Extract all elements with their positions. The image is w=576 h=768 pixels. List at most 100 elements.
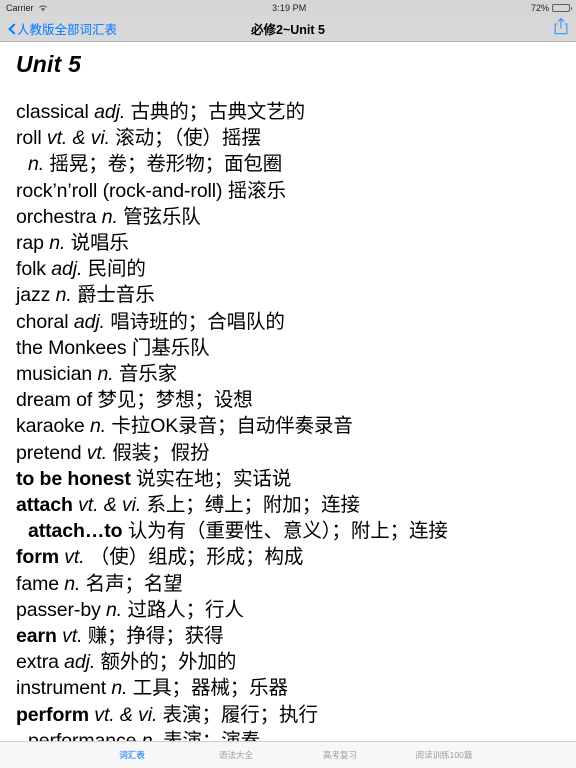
tab-bar: 词汇表 语法大全 高考复习 阅读训练100篇 [0, 741, 576, 768]
word-headword: roll [16, 127, 47, 150]
word-headword: attach [16, 494, 79, 517]
word-part-of-speech: vt. & vi. [46, 127, 110, 150]
word-entry: instrument n. 工具；器械；乐器 [16, 675, 564, 701]
word-definition: 音乐家 [113, 363, 178, 386]
word-headword: to be honest [16, 467, 131, 490]
word-definition: 名声；名望 [80, 572, 183, 595]
word-definition: 管弦乐队 [117, 205, 201, 228]
word-entry: to be honest 说实在地；实话说 [16, 466, 564, 492]
word-part-of-speech: vt. [86, 441, 108, 464]
word-part-of-speech: n. [55, 284, 72, 307]
word-definition: 滚动；（使）摇摆 [109, 127, 261, 150]
word-part-of-speech: n. [111, 677, 128, 700]
word-definition: 说唱乐 [65, 232, 129, 255]
word-entry: attach vt. & vi. 系上；缚上；附加；连接 [16, 492, 564, 518]
share-button[interactable] [554, 17, 568, 40]
word-headword: perform [16, 703, 95, 726]
word-headword: earn [16, 625, 63, 648]
word-definition: 民间的 [82, 258, 146, 281]
word-part-of-speech: n. [49, 232, 66, 255]
word-part-of-speech: adj. [64, 651, 96, 674]
word-headword: attach…to [28, 520, 123, 543]
word-definition: 工具；器械；乐器 [127, 677, 288, 700]
word-entry: folk adj. 民间的 [16, 256, 564, 282]
word-headword: fame [16, 572, 65, 595]
chevron-left-icon [8, 23, 15, 35]
word-definition: 说实在地；实话说 [130, 467, 292, 490]
word-entry: karaoke n. 卡拉OK录音；自动伴奏录音 [16, 413, 564, 439]
word-entry: the Monkees 门基乐队 [16, 335, 564, 361]
app-root: Carrier 3:19 PM 72% 人教版全部词汇表 必修2~Unit 5 [0, 0, 576, 768]
word-entry: earn vt. 赚；挣得；获得 [16, 623, 564, 649]
back-button-label: 人教版全部词汇表 [17, 23, 118, 37]
back-button[interactable]: 人教版全部词汇表 [8, 19, 117, 38]
word-definition: 额外的；外加的 [95, 651, 237, 674]
word-definition: 摇晃；卷；卷形物；面包圈 [44, 153, 283, 176]
unit-heading: Unit 5 [16, 51, 82, 77]
tab-item-0[interactable]: 词汇表 [80, 751, 184, 760]
word-definition: 卡拉OK录音；自动伴奏录音 [106, 415, 353, 438]
word-definition: 假装；假扮 [107, 441, 210, 464]
word-entry: choral adj. 唱诗班的；合唱队的 [16, 309, 564, 335]
word-entry: orchestra n. 管弦乐队 [16, 204, 564, 230]
word-part-of-speech: vt. & vi. [94, 703, 158, 726]
tab-item-label: 阅读训练100篇 [415, 749, 473, 760]
word-entry: dream of 梦见；梦想；设想 [16, 387, 564, 413]
word-definition: 表演；履行；执行 [157, 703, 318, 726]
word-entry: jazz n. 爵士音乐 [16, 282, 564, 308]
word-entry: attach…to 认为有（重要性、意义）；附上；连接 [28, 518, 564, 544]
navigation-bar: 人教版全部词汇表 必修2~Unit 5 [0, 16, 576, 42]
status-bar-clock: 3:19 PM [272, 3, 307, 13]
tab-item-1[interactable]: 语法大全 [184, 751, 288, 760]
word-headword: form [16, 546, 65, 569]
word-headword: classical [16, 101, 95, 123]
word-part-of-speech: adj. [94, 101, 126, 123]
word-entry: pretend vt. 假装；假扮 [16, 440, 564, 466]
tab-item-label: 词汇表 [119, 749, 145, 760]
word-definition: 过路人；行人 [122, 598, 244, 621]
word-definition: 表演；演奏 [157, 729, 261, 741]
vocabulary-content[interactable]: Unit 5 classical adj. 古典的；古典文艺的 roll vt. … [0, 42, 576, 741]
tab-item-2[interactable]: 高考复习 [288, 751, 392, 760]
word-headword: jazz [16, 284, 56, 307]
word-entry: rock’n’roll (rock-and-roll) 摇滚乐 [16, 178, 564, 204]
word-entry: roll vt. & vi. 滚动；（使）摇摆 [16, 125, 564, 151]
word-entry-list: classical adj. 古典的；古典文艺的 roll vt. & vi. 滚… [12, 99, 564, 741]
wifi-icon [38, 4, 48, 12]
word-definition: 爵士音乐 [71, 284, 155, 307]
word-definition: （使）组成；形成；构成 [84, 546, 304, 569]
word-headword: extra [16, 651, 65, 674]
status-bar-right: 72% [530, 3, 572, 13]
word-part-of-speech: n. [97, 363, 114, 386]
tab-item-label: 高考复习 [322, 749, 357, 760]
tab-item-3[interactable]: 阅读训练100篇 [392, 751, 496, 760]
status-bar-left: Carrier [6, 3, 48, 13]
word-headword: dream of 梦见；梦想；设想 [16, 389, 253, 412]
word-part-of-speech: n. [101, 205, 118, 228]
word-headword: passer-by [16, 598, 107, 621]
word-headword: the Monkees 门基乐队 [16, 336, 210, 359]
carrier-label: Carrier [6, 3, 34, 13]
word-definition: 古典的；古典文艺的 [125, 101, 306, 123]
word-part-of-speech: n. [106, 598, 123, 621]
word-part-of-speech: vt. & vi. [78, 494, 142, 517]
word-definition: 系上；缚上；附加；连接 [141, 494, 361, 517]
word-part-of-speech: adj. [73, 310, 105, 333]
word-headword: musician [16, 363, 98, 386]
word-entry: performance n. 表演；演奏 [28, 728, 564, 741]
word-part-of-speech: n. [90, 415, 107, 438]
word-entry: musician n. 音乐家 [16, 361, 564, 387]
word-entry: classical adj. 古典的；古典文艺的 [16, 99, 564, 125]
share-icon [554, 17, 568, 40]
word-entry: extra adj. 额外的；外加的 [16, 649, 564, 675]
word-entry: passer-by n. 过路人；行人 [16, 597, 564, 623]
word-entry: perform vt. & vi. 表演；履行；执行 [16, 702, 564, 728]
word-entry: rap n. 说唱乐 [16, 230, 564, 256]
word-headword: pretend [16, 441, 87, 464]
word-definition: 认为有（重要性、意义）；附上；连接 [122, 520, 448, 543]
tab-item-label: 语法大全 [218, 749, 253, 760]
word-headword: rock’n’roll (rock-and-roll) 摇滚乐 [16, 179, 286, 202]
word-entry: n. 摇晃；卷；卷形物；面包圈 [28, 151, 564, 177]
battery-percent-label: 72% [530, 3, 549, 13]
word-entry: fame n. 名声；名望 [16, 571, 564, 597]
